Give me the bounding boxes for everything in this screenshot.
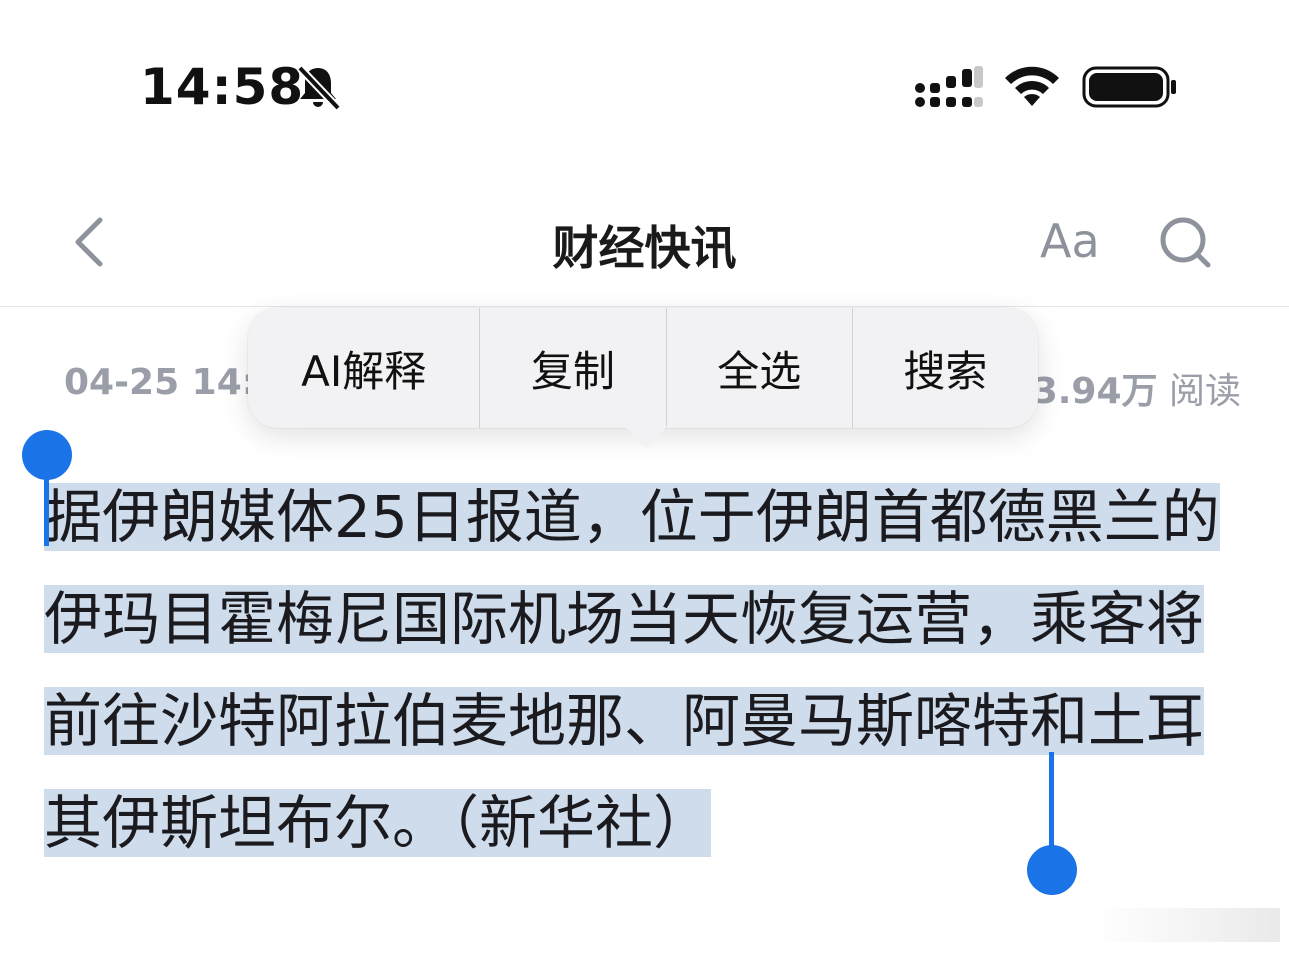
read-count-value: 3.94万 bbox=[1032, 371, 1158, 412]
selection-end-caret bbox=[1049, 752, 1054, 852]
copy-button[interactable]: 复制 bbox=[480, 308, 667, 428]
nav-divider bbox=[0, 306, 1289, 307]
ai-explain-button[interactable]: AI解释 bbox=[248, 308, 481, 428]
font-size-button[interactable]: Aa bbox=[1040, 214, 1100, 268]
bell-slash-icon bbox=[297, 65, 341, 110]
selection-end-handle[interactable] bbox=[1027, 845, 1077, 895]
select-all-button[interactable]: 全选 bbox=[667, 308, 853, 428]
selected-text[interactable]: 据伊朗媒体25日报道，位于伊朗首都德黑兰的伊玛目霍梅尼国际机场当天恢复运营，乘客… bbox=[44, 483, 1220, 857]
menu-pointer bbox=[624, 426, 668, 448]
wifi-icon bbox=[1005, 66, 1059, 106]
text-selection-menu: AI解释 复制 全选 搜索 bbox=[248, 308, 1038, 428]
read-count-label: 阅读 bbox=[1168, 371, 1241, 412]
selection-start-caret bbox=[44, 470, 49, 546]
bottom-edge-artifact bbox=[1090, 908, 1280, 942]
status-time: 14:58 bbox=[140, 58, 305, 116]
article-body[interactable]: 据伊朗媒体25日报道，位于伊朗首都德黑兰的伊玛目霍梅尼国际机场当天恢复运营，乘客… bbox=[44, 466, 1244, 874]
search-icon[interactable] bbox=[1158, 214, 1214, 270]
read-count: 3.94万 阅读 bbox=[1033, 362, 1241, 414]
battery-icon bbox=[1082, 66, 1176, 108]
search-button[interactable]: 搜索 bbox=[853, 308, 1038, 428]
cellular-signal-icon bbox=[915, 66, 983, 107]
